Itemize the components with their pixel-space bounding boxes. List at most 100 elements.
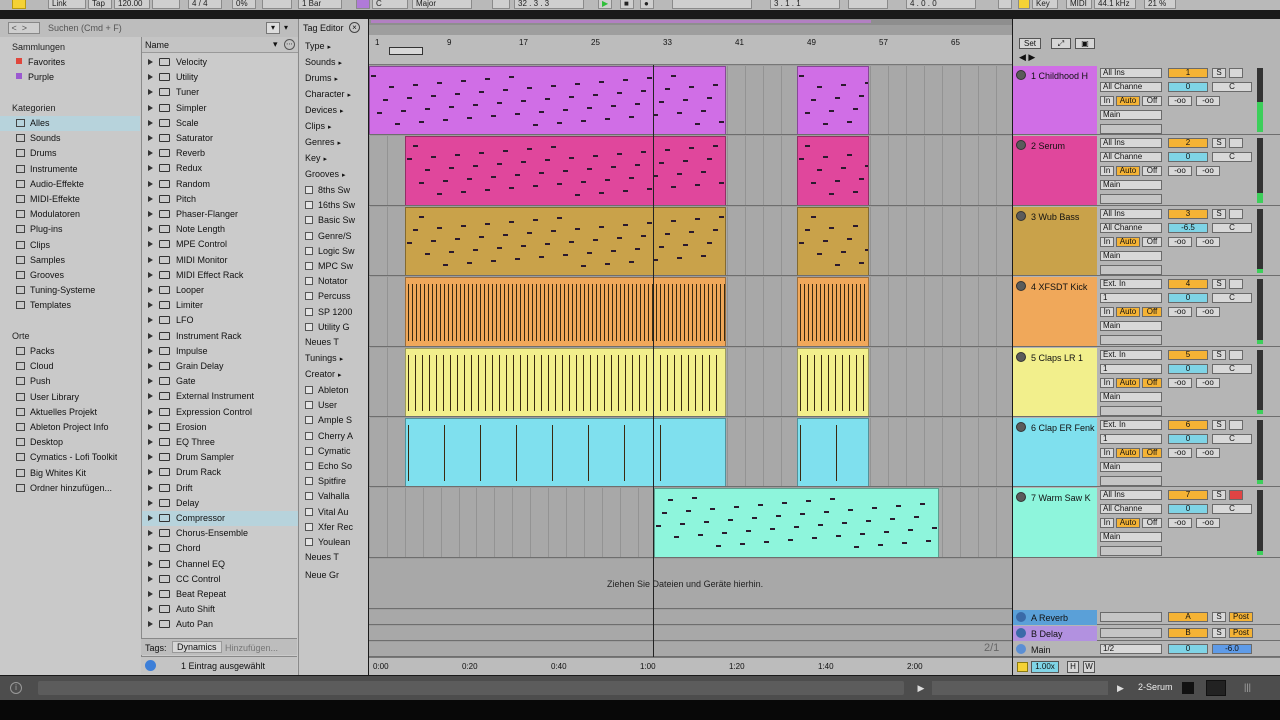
new-tag-button[interactable]: Neues T (305, 550, 367, 565)
tag-checkbox[interactable]: MPC Sw (305, 259, 367, 274)
expand-arrow-icon[interactable] (148, 408, 153, 415)
expand-arrow-icon[interactable] (148, 347, 153, 354)
monitor-off-button[interactable]: Off (1142, 307, 1162, 318)
master-track[interactable]: Main 1/2 0 -6.0 (1013, 642, 1280, 657)
stop-icon[interactable]: ■ (620, 0, 634, 9)
pan-field[interactable]: C (1212, 152, 1252, 163)
pan-field[interactable]: C (1212, 82, 1252, 92)
tag-checkbox[interactable]: Cherry A (305, 429, 367, 444)
search-options-icon[interactable]: ▾ (284, 22, 294, 34)
expand-arrow-icon[interactable] (148, 560, 153, 567)
pan-field[interactable]: C (1212, 504, 1252, 515)
expand-arrow-icon[interactable] (148, 499, 153, 506)
output-select[interactable]: Main (1100, 321, 1162, 332)
output-channel-select[interactable] (1100, 194, 1162, 205)
category-item[interactable]: Audio-Effekte (0, 177, 140, 192)
expand-arrow-icon[interactable] (148, 606, 153, 613)
monitor-in-button[interactable]: In (1100, 166, 1114, 177)
return-color-block[interactable]: B Delay (1013, 626, 1097, 641)
device-icon[interactable] (1182, 682, 1194, 694)
fold-icon[interactable] (1016, 628, 1026, 638)
list-item[interactable]: Reverb (142, 146, 298, 161)
scale-icon[interactable] (356, 0, 370, 9)
return-output-select[interactable] (1100, 628, 1162, 638)
tag-checkbox[interactable]: SP 1200 (305, 305, 367, 320)
output-select[interactable]: Main (1100, 532, 1162, 543)
filter-icon[interactable]: ▾ (266, 22, 280, 34)
fold-icon[interactable] (1016, 644, 1026, 654)
signature-field[interactable]: 4 / 4 (188, 0, 222, 9)
volume-field[interactable]: 0 (1168, 363, 1208, 374)
checkbox-icon[interactable] (305, 492, 313, 501)
track-number[interactable]: 4 (1168, 279, 1208, 290)
monitor-in-button[interactable]: In (1100, 377, 1114, 388)
tag-group[interactable]: Devices ▸ (305, 103, 367, 118)
track-number[interactable]: 6 (1168, 420, 1208, 430)
checkbox-icon[interactable] (305, 231, 313, 240)
track-number[interactable]: 5 (1168, 349, 1208, 360)
w-button[interactable]: W (1083, 661, 1095, 673)
clip[interactable] (797, 136, 869, 205)
input-channel-select[interactable]: 1 (1100, 293, 1162, 304)
expand-arrow-icon[interactable] (148, 74, 153, 81)
send-b-field[interactable]: -oo (1196, 377, 1220, 388)
return-color-block[interactable]: A Reverb (1013, 610, 1097, 625)
time-ruler[interactable]: 0:00 0:20 0:40 1:00 1:20 1:40 2:00 (369, 657, 1012, 675)
list-item[interactable]: Tuner (142, 85, 298, 100)
checkbox-icon[interactable] (305, 322, 313, 331)
fold-icon[interactable] (1016, 70, 1026, 80)
input-channel-select[interactable]: All Channe (1100, 82, 1162, 92)
send-b-field[interactable]: -oo (1196, 307, 1220, 318)
expand-arrow-icon[interactable] (148, 423, 153, 430)
output-channel-select[interactable] (1100, 124, 1162, 134)
tag-checkbox[interactable]: Xfer Rec (305, 520, 367, 535)
tag-checkbox[interactable]: User (305, 398, 367, 413)
list-item[interactable]: Drum Rack (142, 465, 298, 480)
list-item[interactable]: Saturator (142, 131, 298, 146)
output-select[interactable]: Main (1100, 180, 1162, 191)
monitor-auto-button[interactable]: Auto (1116, 236, 1140, 247)
track-header[interactable]: 1 Childhood H All Ins All Channe In Auto Off M… (1013, 66, 1280, 136)
monitor-off-button[interactable]: Off (1142, 236, 1162, 247)
list-item[interactable]: Expression Control (142, 405, 298, 420)
tag-group[interactable]: Sounds ▸ (305, 55, 367, 70)
checkbox-icon[interactable] (305, 416, 313, 425)
track-name[interactable]: 4 XFSDT Kick (1031, 282, 1087, 292)
solo-button[interactable]: S (1212, 628, 1226, 638)
send-a-field[interactable]: -oo (1168, 307, 1192, 318)
send-b-field[interactable]: -oo (1196, 518, 1220, 529)
input-channel-select[interactable]: All Channe (1100, 152, 1162, 163)
solo-button[interactable]: S (1212, 490, 1226, 501)
list-item[interactable]: Instrument Rack (142, 329, 298, 344)
track-lane[interactable] (369, 66, 1012, 136)
track-color-block[interactable]: 3 Wub Bass (1013, 206, 1097, 277)
checkbox-icon[interactable] (305, 522, 313, 531)
checkbox-icon[interactable] (305, 446, 313, 455)
place-item[interactable]: Big Whites Kit (16, 466, 86, 481)
checkbox-icon[interactable] (305, 507, 313, 516)
play-icon[interactable]: ▶ (598, 0, 612, 9)
key-map-button[interactable]: Key (1032, 0, 1058, 9)
clip[interactable] (405, 277, 726, 346)
expand-arrow-icon[interactable] (148, 180, 153, 187)
expand-arrow-icon[interactable] (148, 591, 153, 597)
expand-icon[interactable]: ⤢ (1051, 38, 1071, 49)
expand-arrow-icon[interactable] (148, 211, 153, 217)
track-name[interactable]: 5 Claps LR 1 (1031, 353, 1083, 363)
list-item[interactable]: MIDI Monitor (142, 253, 298, 268)
input-type-select[interactable]: All Ins (1100, 138, 1162, 149)
expand-arrow-icon[interactable] (148, 287, 153, 293)
clip[interactable] (797, 66, 869, 135)
track-name[interactable]: 2 Serum (1031, 141, 1065, 151)
tag-checkbox[interactable]: Logic Sw (305, 244, 367, 259)
tag-group[interactable]: Genres ▸ (305, 135, 367, 150)
volume-field[interactable]: 0 (1168, 82, 1208, 92)
output-channel-select[interactable] (1100, 546, 1162, 557)
category-item[interactable]: Tuning-Systeme (0, 283, 140, 298)
tag-group[interactable]: Creator ▸ (305, 367, 367, 382)
tag-checkbox[interactable]: Utility G (305, 320, 367, 335)
input-type-select[interactable]: Ext. In (1100, 420, 1162, 430)
list-item[interactable]: Chord (142, 541, 298, 556)
track-header[interactable]: 6 Clap ER Fenk Ext. In 1 In Auto Off Main 6 S 0 C -… (1013, 418, 1280, 488)
list-item[interactable]: MIDI Effect Rack (142, 268, 298, 283)
